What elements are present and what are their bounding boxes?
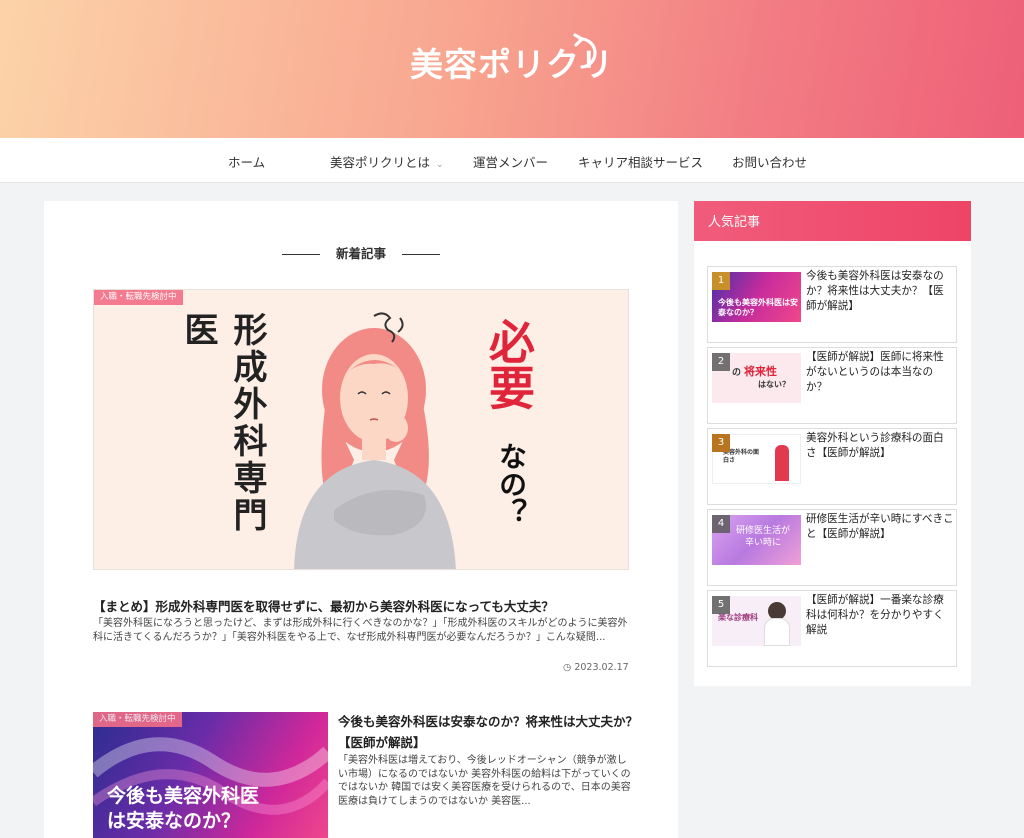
popular-item-title: 美容外科という診療科の面白さ【医師が解説】: [806, 432, 944, 459]
caption-line-2: は安泰なのか？: [107, 810, 241, 832]
popular-thumb-text-1: 研修医生活が: [735, 526, 790, 536]
popular-thumb-text: 研修医生活が 辛い時に: [726, 525, 800, 549]
popular-item-title: 今後も美容外科医は安泰なのか？将来性は大丈夫か？【医師が解説】: [806, 270, 944, 312]
person-figure: [775, 445, 789, 481]
featured-red-text: 必要: [482, 318, 536, 410]
title-line-right: [402, 254, 440, 255]
popular-item[interactable]: 今後も美容外科医は安泰なのか？ 1 今後も美容外科医は安泰なのか？将来性は大丈夫…: [707, 266, 957, 343]
rank-number: 3: [712, 434, 730, 452]
featured-article-image[interactable]: 入職・転職先検討中 形成外科専門医 必要 なの？: [93, 289, 629, 570]
article-card-image[interactable]: 入職・転職先検討中 今後も美容外科医 は安泰なのか？: [93, 712, 328, 838]
popular-item[interactable]: 美容外科の面白さ 3 美容外科という診療科の面白さ【医師が解説】: [707, 428, 957, 505]
nav-about[interactable]: 美容ポリクリとは ⌄: [330, 152, 444, 171]
article-card-title[interactable]: 今後も美容外科医は安泰なのか？将来性は大丈夫か？【医師が解説】: [338, 711, 638, 753]
section-title-text: 新着記事: [335, 246, 386, 261]
category-badge: 入職・転職先検討中: [94, 290, 183, 305]
card-image-caption: 今後も美容外科医 は安泰なのか？: [107, 784, 259, 834]
title-line-left: [281, 254, 320, 255]
featured-article-date: ◷ 2023.02.17: [563, 662, 629, 673]
popular-item-title: 研修医生活が辛い時にすべきこと【医師が解説】: [806, 513, 954, 540]
global-nav: ホーム 美容ポリクリとは ⌄ 運営メンバー キャリア相談サービス お問い合わせ: [0, 138, 1024, 183]
featured-vertical-text: 形成外科専門医: [178, 312, 267, 534]
worried-woman-illustration: [294, 312, 456, 569]
nav-members[interactable]: 運営メンバー: [473, 152, 548, 171]
popular-item-title: 【医師が解説】医師に将来性がないというのは本当なのか？: [806, 351, 944, 393]
card-category-badge: 入職・転職先検討中: [93, 712, 182, 727]
article-card-excerpt: 「美容外科医は増えており、今後レッドオーシャン（競争が激しい市場）になるのではな…: [338, 755, 631, 807]
chevron-down-icon: ⌄: [436, 160, 444, 170]
caption-line-1: 今後も美容外科医: [107, 785, 260, 807]
person-body: [764, 618, 790, 646]
site-header: 美容ポリクリ: [0, 0, 1024, 138]
nav-home[interactable]: ホーム: [228, 152, 265, 171]
refresh-arrow-icon: [573, 33, 597, 69]
nav-career[interactable]: キャリア相談サービス: [578, 152, 703, 171]
rank-number: 1: [712, 272, 730, 290]
rank-number: 4: [712, 515, 730, 533]
popular-articles-heading: 人気記事: [694, 201, 971, 241]
popular-item[interactable]: 研修医生活が 辛い時に 4 研修医生活が辛い時にすべきこと【医師が解説】: [707, 509, 957, 586]
popular-thumb-text-1: の: [732, 368, 742, 378]
featured-article-title[interactable]: 【まとめ】形成外科専門医を取得せずに、最初から美容外科医になっても大丈夫？: [93, 596, 629, 615]
nav-about-label: 美容ポリクリとは: [330, 155, 431, 170]
popular-thumb-text: 今後も美容外科医は安泰なのか？: [718, 298, 798, 317]
popular-thumb-text-2: 辛い時に: [744, 538, 781, 548]
popular-thumb-text-2: 将来性: [744, 365, 777, 378]
featured-date-text: 2023.02.17: [574, 662, 629, 673]
popular-thumb-text-3: はない？: [758, 380, 790, 389]
featured-black-text: なの？: [495, 442, 528, 526]
clock-icon: ◷: [563, 662, 572, 673]
featured-article-excerpt: 「美容外科医になろうと思ったけど、まずは形成外科に行くべきなのかな？」「形成外科…: [93, 618, 628, 643]
popular-item[interactable]: の 将来性 はない？ 2 【医師が解説】医師に将来性がないというのは本当なのか？: [707, 347, 957, 424]
section-title: 新着記事: [0, 243, 722, 262]
popular-item-title: 【医師が解説】一番楽な診療科は何科か？を分かりやすく解説: [806, 594, 944, 636]
rank-number: 2: [712, 353, 730, 371]
nav-contact[interactable]: お問い合わせ: [732, 152, 807, 171]
popular-item[interactable]: 楽な診療科 5 【医師が解説】一番楽な診療科は何科か？を分かりやすく解説: [707, 590, 957, 667]
rank-number: 5: [712, 596, 730, 614]
site-logo[interactable]: 美容ポリクリ: [410, 33, 614, 86]
